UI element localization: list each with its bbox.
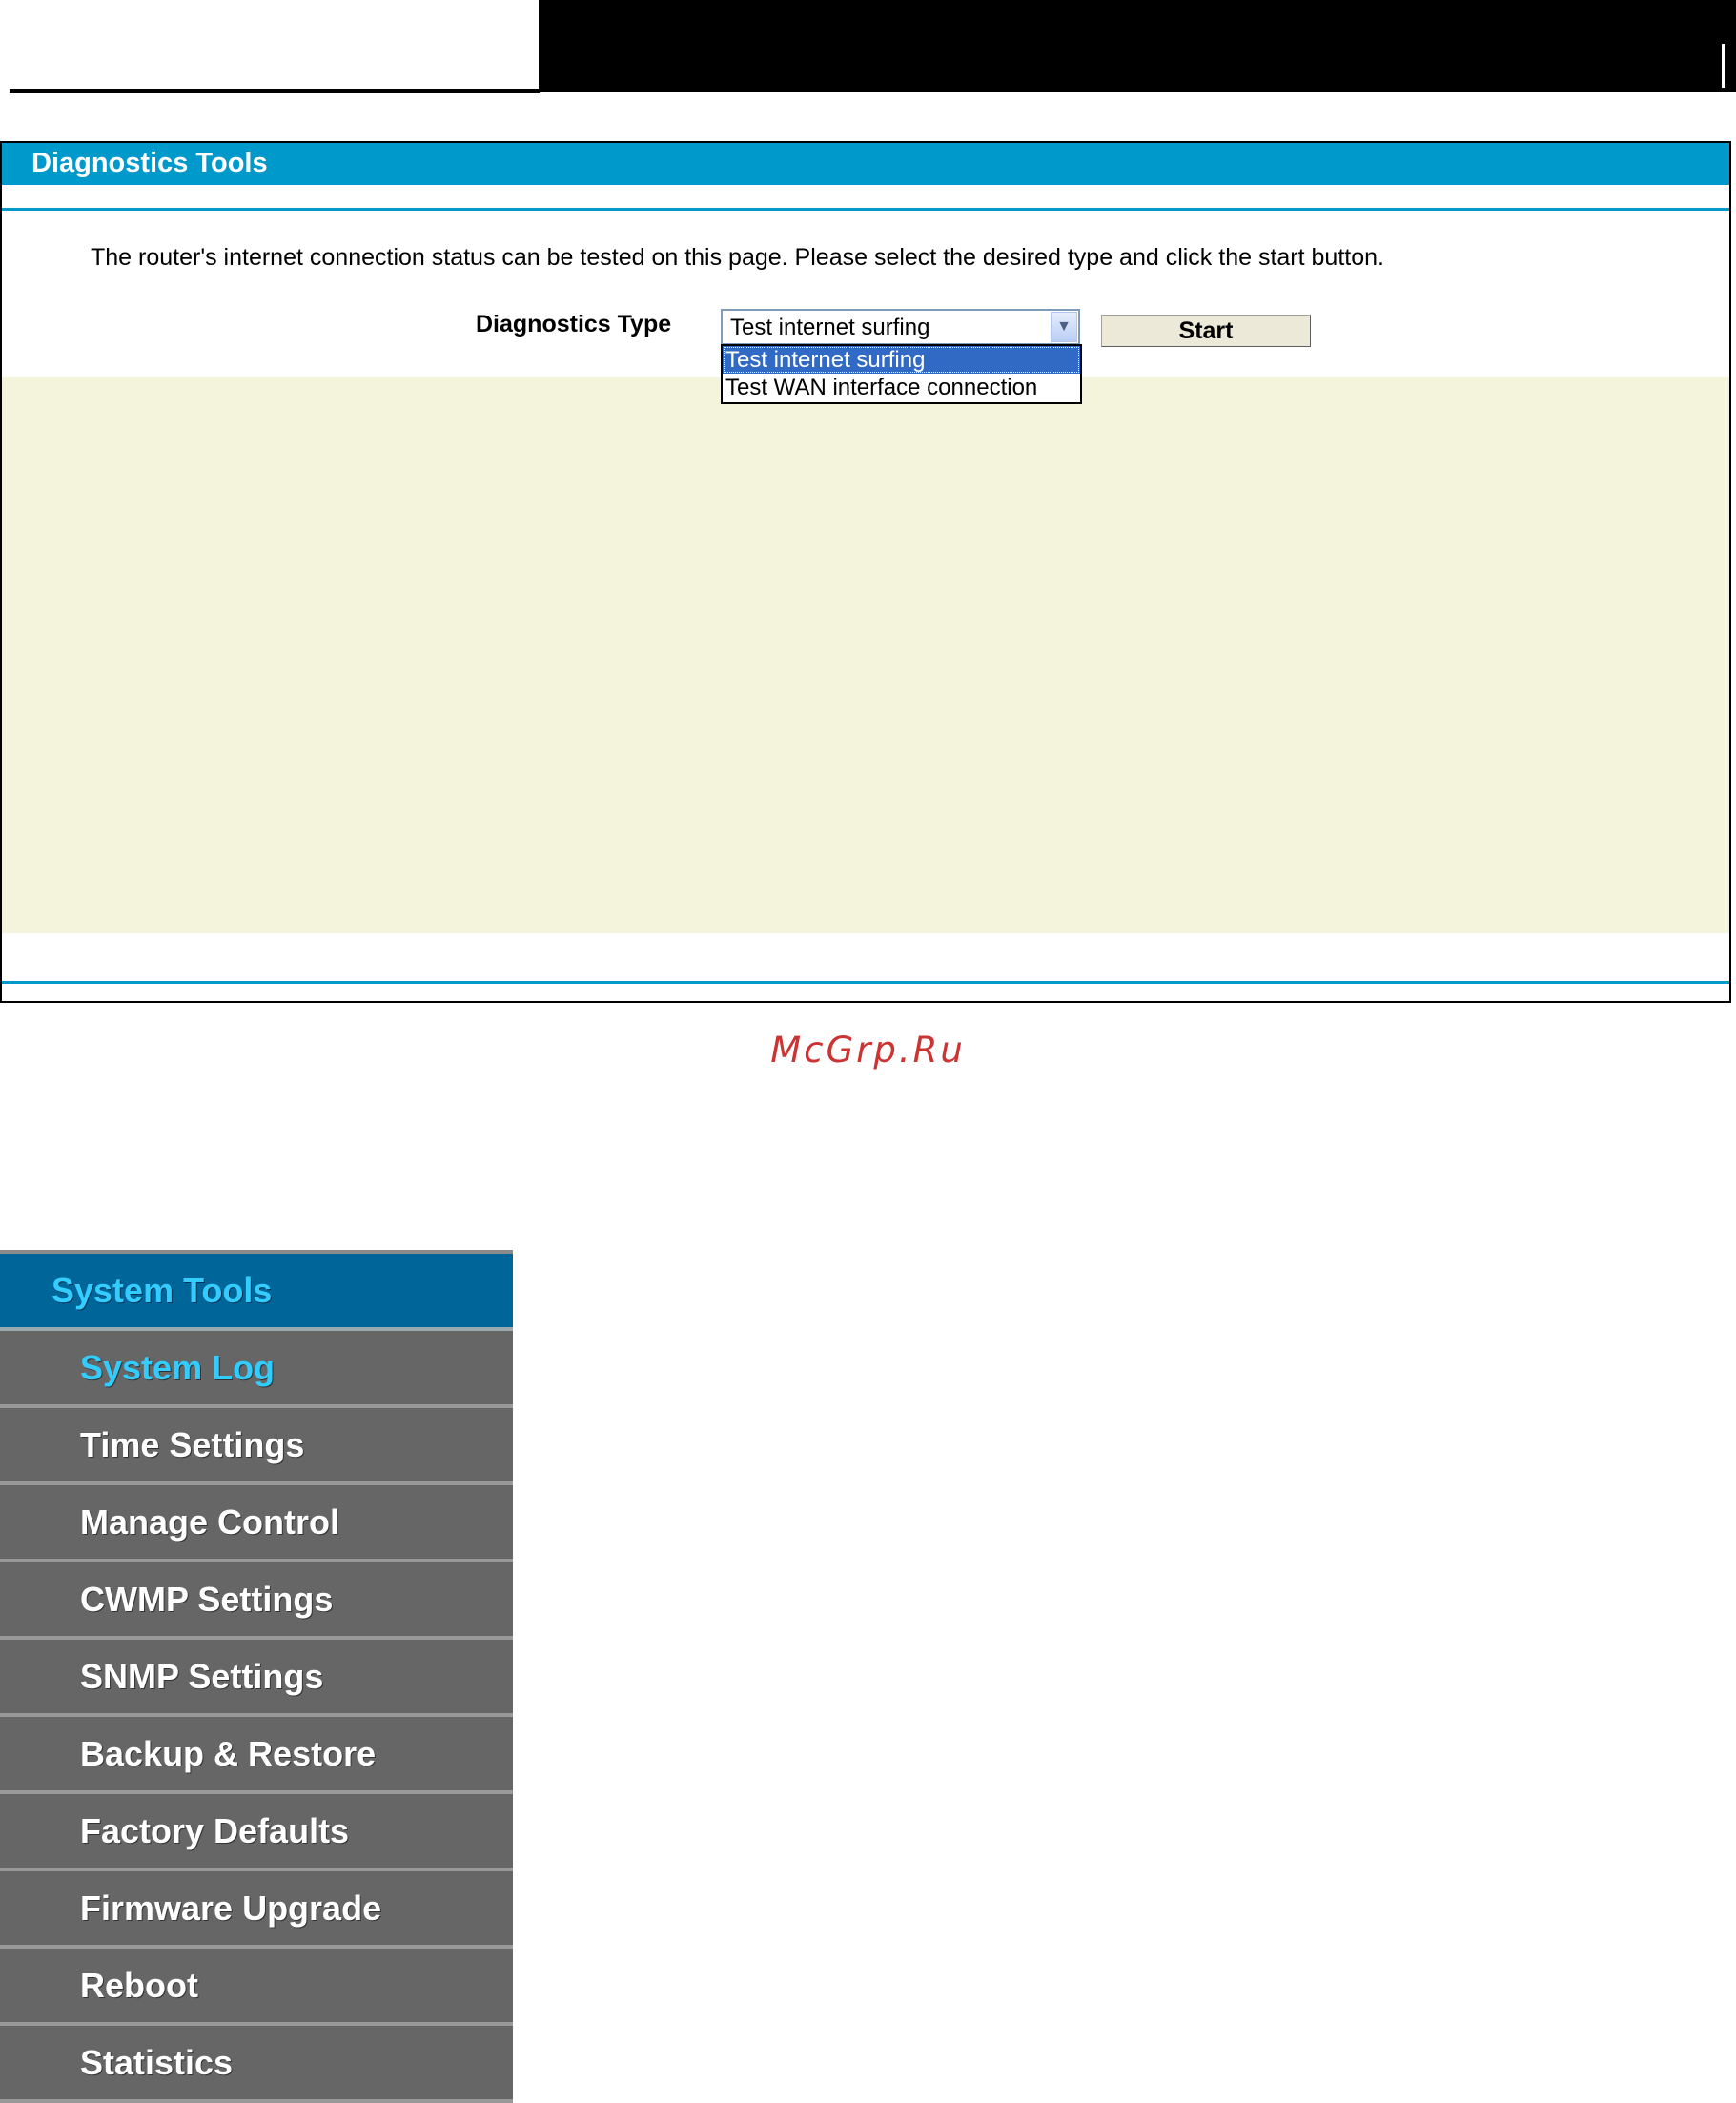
header-corner-mark <box>1722 44 1725 88</box>
menu-item-label: Manage Control <box>80 1502 340 1542</box>
menu-item-label: Reboot <box>80 1966 198 2005</box>
menu-item-label: SNMP Settings <box>80 1657 324 1696</box>
page-title: Diagnostics Tools <box>31 148 268 178</box>
diagnostics-type-options: Test internet surfing Test WAN interface… <box>721 344 1082 404</box>
diagnostics-type-select[interactable]: Test internet surfing ▼ <box>721 309 1080 345</box>
menu-item-label: Backup & Restore <box>80 1734 377 1773</box>
menu-item-snmp-settings[interactable]: SNMP Settings <box>0 1640 513 1717</box>
diagnostics-panel: Diagnostics Tools The router's internet … <box>0 141 1731 1003</box>
chevron-down-icon[interactable]: ▼ <box>1051 312 1077 342</box>
menu-item-label: Factory Defaults <box>80 1811 350 1850</box>
menu-item-statistics[interactable]: Statistics <box>0 2026 513 2103</box>
diagnostics-result-area <box>2 377 1729 933</box>
diagnostics-type-label: Diagnostics Type <box>476 311 672 337</box>
menu-item-label: Time Settings <box>80 1425 305 1464</box>
start-button[interactable]: Start <box>1101 315 1311 347</box>
diagnostics-type-value: Test internet surfing <box>730 315 930 340</box>
header-banner <box>539 0 1736 92</box>
option-test-wan-interface-connection[interactable]: Test WAN interface connection <box>723 374 1080 401</box>
menu-item-label: Statistics <box>80 2043 234 2082</box>
header-divider <box>10 89 540 93</box>
watermark: McGrp.Ru <box>770 1030 966 1071</box>
menu-item-backup-restore[interactable]: Backup & Restore <box>0 1717 513 1794</box>
side-menu: System Tools System Log Time Settings Ma… <box>0 1250 513 2103</box>
menu-item-time-settings[interactable]: Time Settings <box>0 1408 513 1485</box>
menu-item-label: System Log <box>80 1348 276 1387</box>
menu-item-manage-control[interactable]: Manage Control <box>0 1485 513 1562</box>
menu-item-factory-defaults[interactable]: Factory Defaults <box>0 1794 513 1871</box>
menu-item-system-log[interactable]: System Log <box>0 1331 513 1408</box>
menu-item-label: Firmware Upgrade <box>80 1889 382 1928</box>
menu-item-reboot[interactable]: Reboot <box>0 1949 513 2026</box>
option-test-internet-surfing[interactable]: Test internet surfing <box>723 346 1080 374</box>
intro-text: The router's internet connection status … <box>91 244 1384 271</box>
menu-item-firmware-upgrade[interactable]: Firmware Upgrade <box>0 1871 513 1949</box>
panel-divider-bottom <box>2 981 1729 984</box>
menu-item-cwmp-settings[interactable]: CWMP Settings <box>0 1562 513 1640</box>
panel-divider-top <box>2 208 1729 211</box>
panel-title-bar: Diagnostics Tools <box>2 143 1729 185</box>
menu-section-system-tools[interactable]: System Tools <box>0 1254 513 1331</box>
menu-item-label: CWMP Settings <box>80 1580 334 1619</box>
menu-section-label: System Tools <box>51 1271 273 1310</box>
